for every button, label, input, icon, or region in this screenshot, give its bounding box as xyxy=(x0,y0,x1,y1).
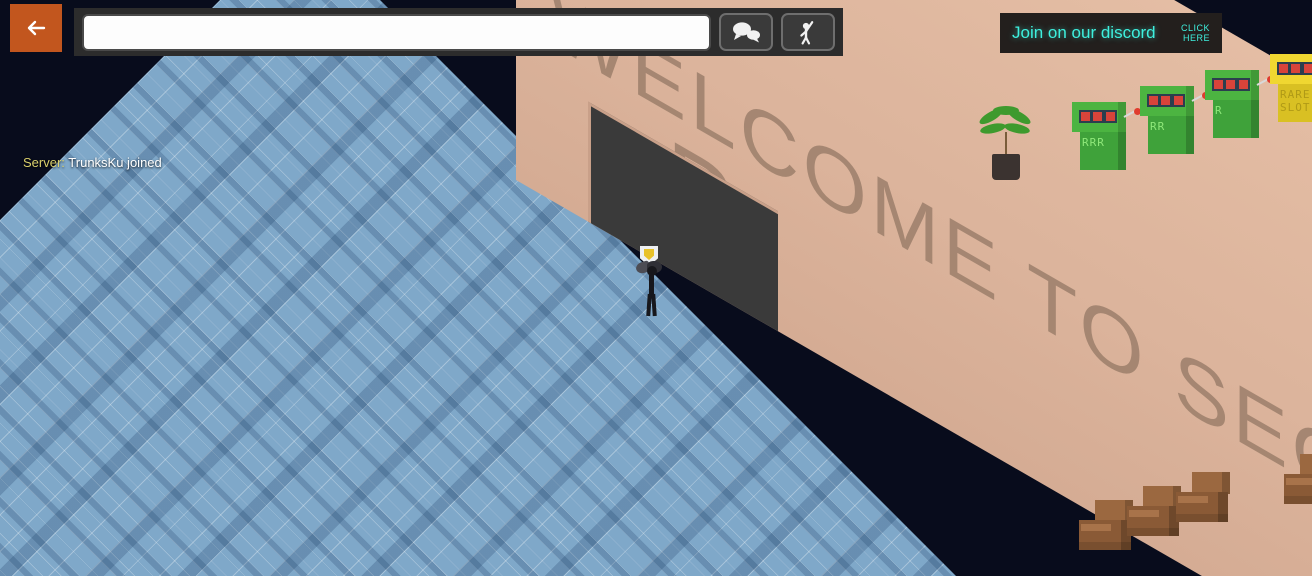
slot-label: R xyxy=(1215,104,1223,117)
slot-reel xyxy=(1093,112,1103,121)
game-screen: WELCOME TO SECTOR B xyxy=(0,0,1312,576)
slot-reel xyxy=(1239,80,1249,89)
slot-reel xyxy=(1291,64,1301,73)
emote-button[interactable] xyxy=(781,13,835,51)
game-world[interactable]: WELCOME TO SECTOR B xyxy=(0,0,1312,576)
slot-reel xyxy=(1226,80,1236,89)
player-avatar[interactable] xyxy=(634,248,666,318)
slot-reel xyxy=(1080,112,1090,121)
slot-head xyxy=(1270,54,1312,84)
discord-banner-cta: CLICK HERE xyxy=(1181,23,1210,43)
chair[interactable] xyxy=(1176,470,1232,528)
slot-screen xyxy=(1277,62,1312,75)
chair-arm xyxy=(1081,524,1111,531)
potted-palm xyxy=(976,100,1036,180)
slot-reel xyxy=(1278,64,1288,73)
slot-label: RARE SLOT xyxy=(1280,88,1311,114)
slot-head xyxy=(1205,70,1259,100)
slot-reel xyxy=(1213,80,1223,89)
chair[interactable] xyxy=(1127,484,1183,542)
slot-reel xyxy=(1304,64,1312,73)
stick-figure-raised-arm-icon xyxy=(800,21,814,45)
slot-reel xyxy=(1148,96,1158,105)
speech-bubbles-icon xyxy=(733,22,760,43)
chair-arm xyxy=(1178,496,1208,503)
chat-bar xyxy=(74,8,843,56)
player-leg xyxy=(651,293,657,317)
slot-base xyxy=(1080,128,1126,170)
discord-cta-line2: HERE xyxy=(1182,33,1210,43)
slot-reel xyxy=(1161,96,1171,105)
slot-screen xyxy=(1147,94,1185,107)
slot-screen xyxy=(1079,110,1117,123)
slot-reel xyxy=(1106,112,1116,121)
discord-cta-line1: CLICK xyxy=(1180,23,1210,33)
slot-label: RRR xyxy=(1082,136,1105,149)
slot-base xyxy=(1148,112,1194,154)
discord-banner[interactable]: Join on our discord CLICK HERE xyxy=(1000,13,1222,53)
chair-back xyxy=(1300,454,1312,476)
arrow-left-icon xyxy=(27,20,46,36)
chat-message-text: TrunksKu joined xyxy=(68,155,162,170)
discord-banner-label: Join on our discord xyxy=(1012,23,1156,42)
player-body xyxy=(649,275,654,296)
chat-message-tag: Server: xyxy=(23,155,65,170)
plant-pot xyxy=(992,154,1020,180)
slot-head xyxy=(1072,102,1126,132)
slot-label: RR xyxy=(1150,120,1166,133)
chat-toggle-button[interactable] xyxy=(719,13,773,51)
chair[interactable] xyxy=(1284,452,1312,510)
chair-back xyxy=(1192,472,1230,494)
slot-reel xyxy=(1174,96,1184,105)
slot-head xyxy=(1140,86,1194,116)
chair-arm xyxy=(1286,478,1312,485)
chair-arm xyxy=(1129,510,1159,517)
slot-screen xyxy=(1212,78,1250,91)
slot-base xyxy=(1213,96,1259,138)
chat-log-message: Server: TrunksKu joined xyxy=(23,155,162,170)
palm-frond xyxy=(993,106,1019,115)
chat-input[interactable] xyxy=(82,13,711,51)
back-button[interactable] xyxy=(10,4,62,52)
